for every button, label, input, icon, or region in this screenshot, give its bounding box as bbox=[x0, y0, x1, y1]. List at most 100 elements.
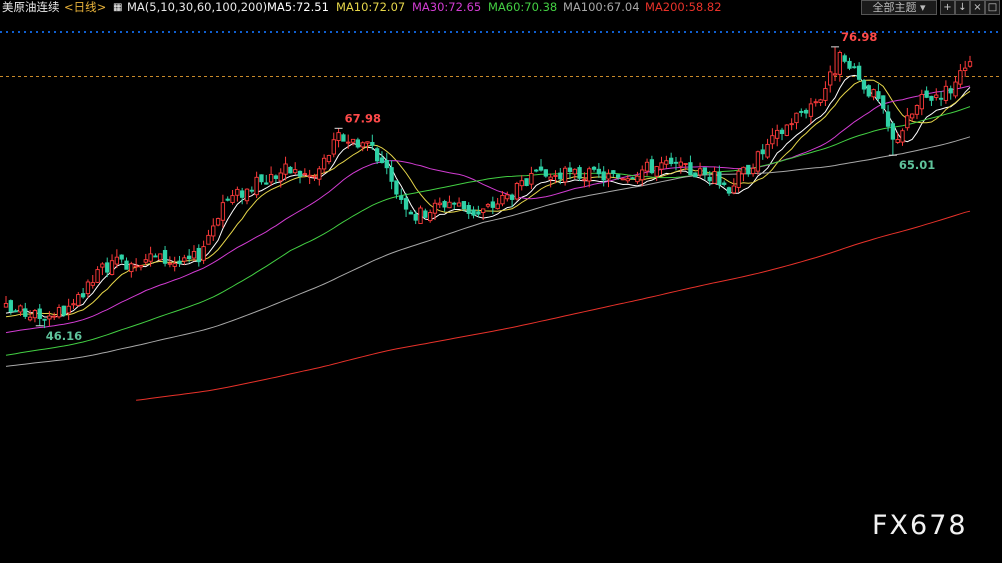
candle-body bbox=[963, 67, 968, 71]
candle-body bbox=[789, 123, 794, 126]
candle-body bbox=[259, 174, 264, 183]
candle-body bbox=[871, 89, 876, 98]
candle-body bbox=[153, 255, 158, 258]
candle-body bbox=[519, 180, 524, 187]
candle-body bbox=[707, 176, 712, 182]
candle-body bbox=[466, 205, 471, 214]
theme-button-label: 全部主题 bbox=[872, 1, 917, 14]
candle-body bbox=[379, 157, 385, 164]
candle-body bbox=[23, 308, 28, 317]
candle-body bbox=[601, 171, 606, 181]
candle-body bbox=[389, 167, 394, 182]
candle-body bbox=[302, 173, 307, 176]
candle-body bbox=[750, 167, 756, 175]
candle-body bbox=[162, 249, 168, 264]
candle-body bbox=[953, 81, 958, 97]
candle-body bbox=[254, 176, 259, 196]
candle-body bbox=[905, 115, 910, 129]
candle-body bbox=[336, 132, 341, 141]
candle-body bbox=[119, 254, 124, 260]
candle-body bbox=[726, 187, 732, 194]
candle-body bbox=[558, 172, 563, 180]
candle-body bbox=[297, 170, 303, 177]
candle-body bbox=[741, 166, 746, 175]
candle-body bbox=[799, 110, 804, 113]
candle-body bbox=[143, 259, 148, 263]
candle-body bbox=[172, 263, 177, 267]
candle-body bbox=[191, 251, 197, 259]
candle-body bbox=[697, 168, 703, 176]
candle-body bbox=[808, 103, 814, 117]
candle-body bbox=[220, 202, 226, 221]
candle-body bbox=[273, 175, 279, 179]
candle-body bbox=[326, 155, 332, 163]
high-price-label: 67.98 bbox=[345, 111, 381, 125]
candle-body bbox=[649, 159, 655, 174]
indicator-icon[interactable]: ▦ bbox=[113, 0, 122, 15]
ma-params: MA(5,10,30,60,100,200) bbox=[127, 0, 268, 14]
candle-body bbox=[27, 316, 33, 321]
candle-body bbox=[37, 308, 42, 319]
candle-body bbox=[307, 174, 312, 178]
candle-body bbox=[365, 141, 370, 144]
candle-body bbox=[428, 212, 433, 222]
period-label[interactable]: <日线> bbox=[64, 0, 106, 15]
candle-body bbox=[828, 71, 833, 86]
candle-body bbox=[317, 168, 322, 180]
candle-body bbox=[495, 203, 500, 210]
candle-body bbox=[403, 198, 409, 210]
candle-body bbox=[625, 178, 630, 182]
candle-body bbox=[847, 60, 852, 69]
candle-body bbox=[321, 157, 327, 170]
candle-body bbox=[910, 113, 915, 119]
candle-body bbox=[399, 195, 404, 200]
candle-body bbox=[52, 315, 57, 318]
candle-body bbox=[278, 172, 283, 182]
candle-body bbox=[644, 161, 650, 172]
candle-body bbox=[370, 141, 375, 146]
candle-body bbox=[350, 138, 356, 143]
candle-body bbox=[133, 265, 139, 268]
candle-body bbox=[56, 307, 62, 318]
candle-body bbox=[240, 190, 245, 198]
candle-body bbox=[524, 178, 529, 187]
candle-body bbox=[452, 202, 457, 205]
candle-body bbox=[76, 294, 81, 306]
candle-body bbox=[514, 183, 520, 200]
candle-body bbox=[755, 151, 761, 172]
candle-body bbox=[71, 303, 76, 306]
candle-body bbox=[765, 143, 770, 158]
candle-body bbox=[803, 109, 809, 114]
candle-body bbox=[572, 168, 577, 175]
candle-body bbox=[722, 182, 727, 185]
close-tool-button[interactable]: × bbox=[970, 0, 985, 15]
candle-body bbox=[615, 174, 621, 178]
candle-body bbox=[148, 253, 153, 262]
candle-body bbox=[418, 207, 423, 224]
candle-body bbox=[114, 256, 120, 265]
candle-body bbox=[746, 164, 751, 175]
ma60-value: MA60:70.38 bbox=[488, 0, 558, 14]
candle-body bbox=[929, 95, 934, 101]
candle-body bbox=[895, 139, 900, 143]
down-tool-button[interactable]: ↓ bbox=[955, 0, 970, 15]
theme-select-button[interactable]: 全部主题 ▾ bbox=[861, 0, 937, 15]
candle-body bbox=[818, 99, 823, 103]
crosshair-tool-button[interactable]: + bbox=[940, 0, 955, 15]
candle-body bbox=[485, 204, 491, 207]
candle-body bbox=[230, 195, 235, 204]
candle-body bbox=[876, 91, 881, 99]
ma5-value: MA5:72.51 bbox=[267, 0, 329, 14]
candle-body bbox=[32, 310, 38, 319]
candle-body bbox=[442, 201, 447, 208]
price-chart[interactable]: 46.16 67.98 76.98 65.01 bbox=[0, 15, 1002, 563]
candle-body bbox=[567, 167, 573, 173]
candle-body bbox=[437, 202, 442, 206]
candle-body bbox=[664, 160, 669, 165]
window-tool-button[interactable]: □ bbox=[985, 0, 1000, 15]
candle-body bbox=[948, 88, 953, 94]
candle-body bbox=[42, 318, 47, 321]
candle-body bbox=[476, 211, 481, 215]
candle-body bbox=[919, 93, 924, 110]
candle-body bbox=[360, 142, 365, 148]
